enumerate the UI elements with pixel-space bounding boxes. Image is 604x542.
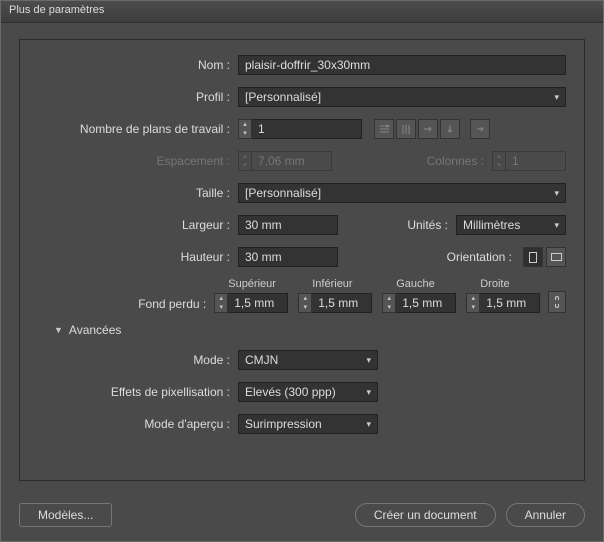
columns-stepper: ▴▾ 1 bbox=[492, 151, 566, 171]
label-bleed-bottom: Inférieur bbox=[298, 278, 352, 290]
orientation-portrait-button[interactable] bbox=[523, 247, 543, 267]
label-size: Taille : bbox=[38, 186, 238, 200]
grid-by-row-icon[interactable] bbox=[374, 119, 394, 139]
bleed-right-value[interactable]: 1,5 mm bbox=[480, 293, 540, 313]
preview-value: Surimpression bbox=[245, 417, 322, 431]
label-bleed-top: Supérieur bbox=[214, 278, 276, 290]
bleed-left-stepper[interactable]: ▴▾ 1,5 mm bbox=[382, 293, 456, 313]
profil-value: [Personnalisé] bbox=[245, 90, 321, 104]
mode-value: CMJN bbox=[245, 353, 278, 367]
bleed-left-value[interactable]: 1,5 mm bbox=[396, 293, 456, 313]
spacing-value: 7,06 mm bbox=[252, 151, 332, 171]
bleed-bottom-value[interactable]: 1,5 mm bbox=[312, 293, 372, 313]
label-units: Unités : bbox=[407, 218, 456, 232]
triangle-down-icon: ▼ bbox=[54, 325, 63, 335]
artboards-stepper[interactable]: ▴▾ 1 bbox=[238, 119, 362, 139]
label-artboards: Nombre de plans de travail : bbox=[38, 122, 238, 136]
label-profil: Profil : bbox=[38, 90, 238, 104]
spacing-stepper: ▴▾ 7,06 mm bbox=[238, 151, 332, 171]
chevron-down-icon: ▾ bbox=[554, 220, 559, 231]
bleed-top-stepper[interactable]: ▴▾ 1,5 mm bbox=[214, 293, 288, 313]
arrange-ltr-icon[interactable] bbox=[470, 119, 490, 139]
chevron-down-icon: ▾ bbox=[366, 387, 371, 398]
label-bleed: Fond perdu : bbox=[38, 297, 214, 313]
profil-select[interactable]: [Personnalisé] ▾ bbox=[238, 87, 566, 107]
bleed-bottom-stepper[interactable]: ▴▾ 1,5 mm bbox=[298, 293, 372, 313]
label-bleed-left: Gauche bbox=[382, 278, 435, 290]
width-input[interactable]: 30 mm bbox=[238, 215, 338, 235]
units-value: Millimètres bbox=[463, 218, 520, 232]
chevron-down-icon: ▾ bbox=[366, 355, 371, 366]
chevron-down-icon: ▾ bbox=[554, 188, 559, 199]
arrange-right-icon[interactable] bbox=[418, 119, 438, 139]
size-value: [Personnalisé] bbox=[245, 186, 321, 200]
bleed-top-value[interactable]: 1,5 mm bbox=[228, 293, 288, 313]
label-spacing: Espacement : bbox=[38, 154, 238, 168]
chevron-down-icon: ▾ bbox=[554, 92, 559, 103]
templates-button[interactable]: Modèles... bbox=[19, 503, 112, 527]
label-height: Hauteur : bbox=[38, 250, 238, 264]
size-select[interactable]: [Personnalisé] ▾ bbox=[238, 183, 566, 203]
label-orientation: Orientation : bbox=[447, 250, 520, 264]
settings-panel: Nom : plaisir-doffrir_30x30mm Profil : [… bbox=[19, 39, 585, 481]
columns-value: 1 bbox=[506, 151, 566, 171]
height-input[interactable]: 30 mm bbox=[238, 247, 338, 267]
cancel-button[interactable]: Annuler bbox=[506, 503, 585, 527]
label-mode: Mode : bbox=[38, 353, 238, 367]
grid-by-col-icon[interactable] bbox=[396, 119, 416, 139]
label-width: Largeur : bbox=[38, 218, 238, 232]
advanced-label: Avancées bbox=[69, 323, 121, 337]
arrange-down-icon[interactable] bbox=[440, 119, 460, 139]
label-raster: Effets de pixellisation : bbox=[38, 385, 238, 399]
label-bleed-right: Droite bbox=[466, 278, 509, 290]
preview-select[interactable]: Surimpression ▾ bbox=[238, 414, 378, 434]
units-select[interactable]: Millimètres ▾ bbox=[456, 215, 566, 235]
artboards-value[interactable]: 1 bbox=[252, 119, 362, 139]
raster-value: Elevés (300 ppp) bbox=[245, 385, 336, 399]
window-title: Plus de paramètres bbox=[1, 1, 603, 23]
raster-select[interactable]: Elevés (300 ppp) ▾ bbox=[238, 382, 378, 402]
create-document-button[interactable]: Créer un document bbox=[355, 503, 496, 527]
advanced-section-toggle[interactable]: ▼ Avancées bbox=[54, 323, 566, 337]
orientation-landscape-button[interactable] bbox=[546, 247, 566, 267]
label-preview: Mode d'aperçu : bbox=[38, 417, 238, 431]
bleed-right-stepper[interactable]: ▴▾ 1,5 mm bbox=[466, 293, 540, 313]
chevron-down-icon: ▾ bbox=[366, 419, 371, 430]
mode-select[interactable]: CMJN ▾ bbox=[238, 350, 378, 370]
label-columns: Colonnes : bbox=[427, 154, 492, 168]
nom-input[interactable]: plaisir-doffrir_30x30mm bbox=[238, 55, 566, 75]
label-nom: Nom : bbox=[38, 58, 238, 72]
link-bleed-icon[interactable] bbox=[548, 291, 566, 313]
